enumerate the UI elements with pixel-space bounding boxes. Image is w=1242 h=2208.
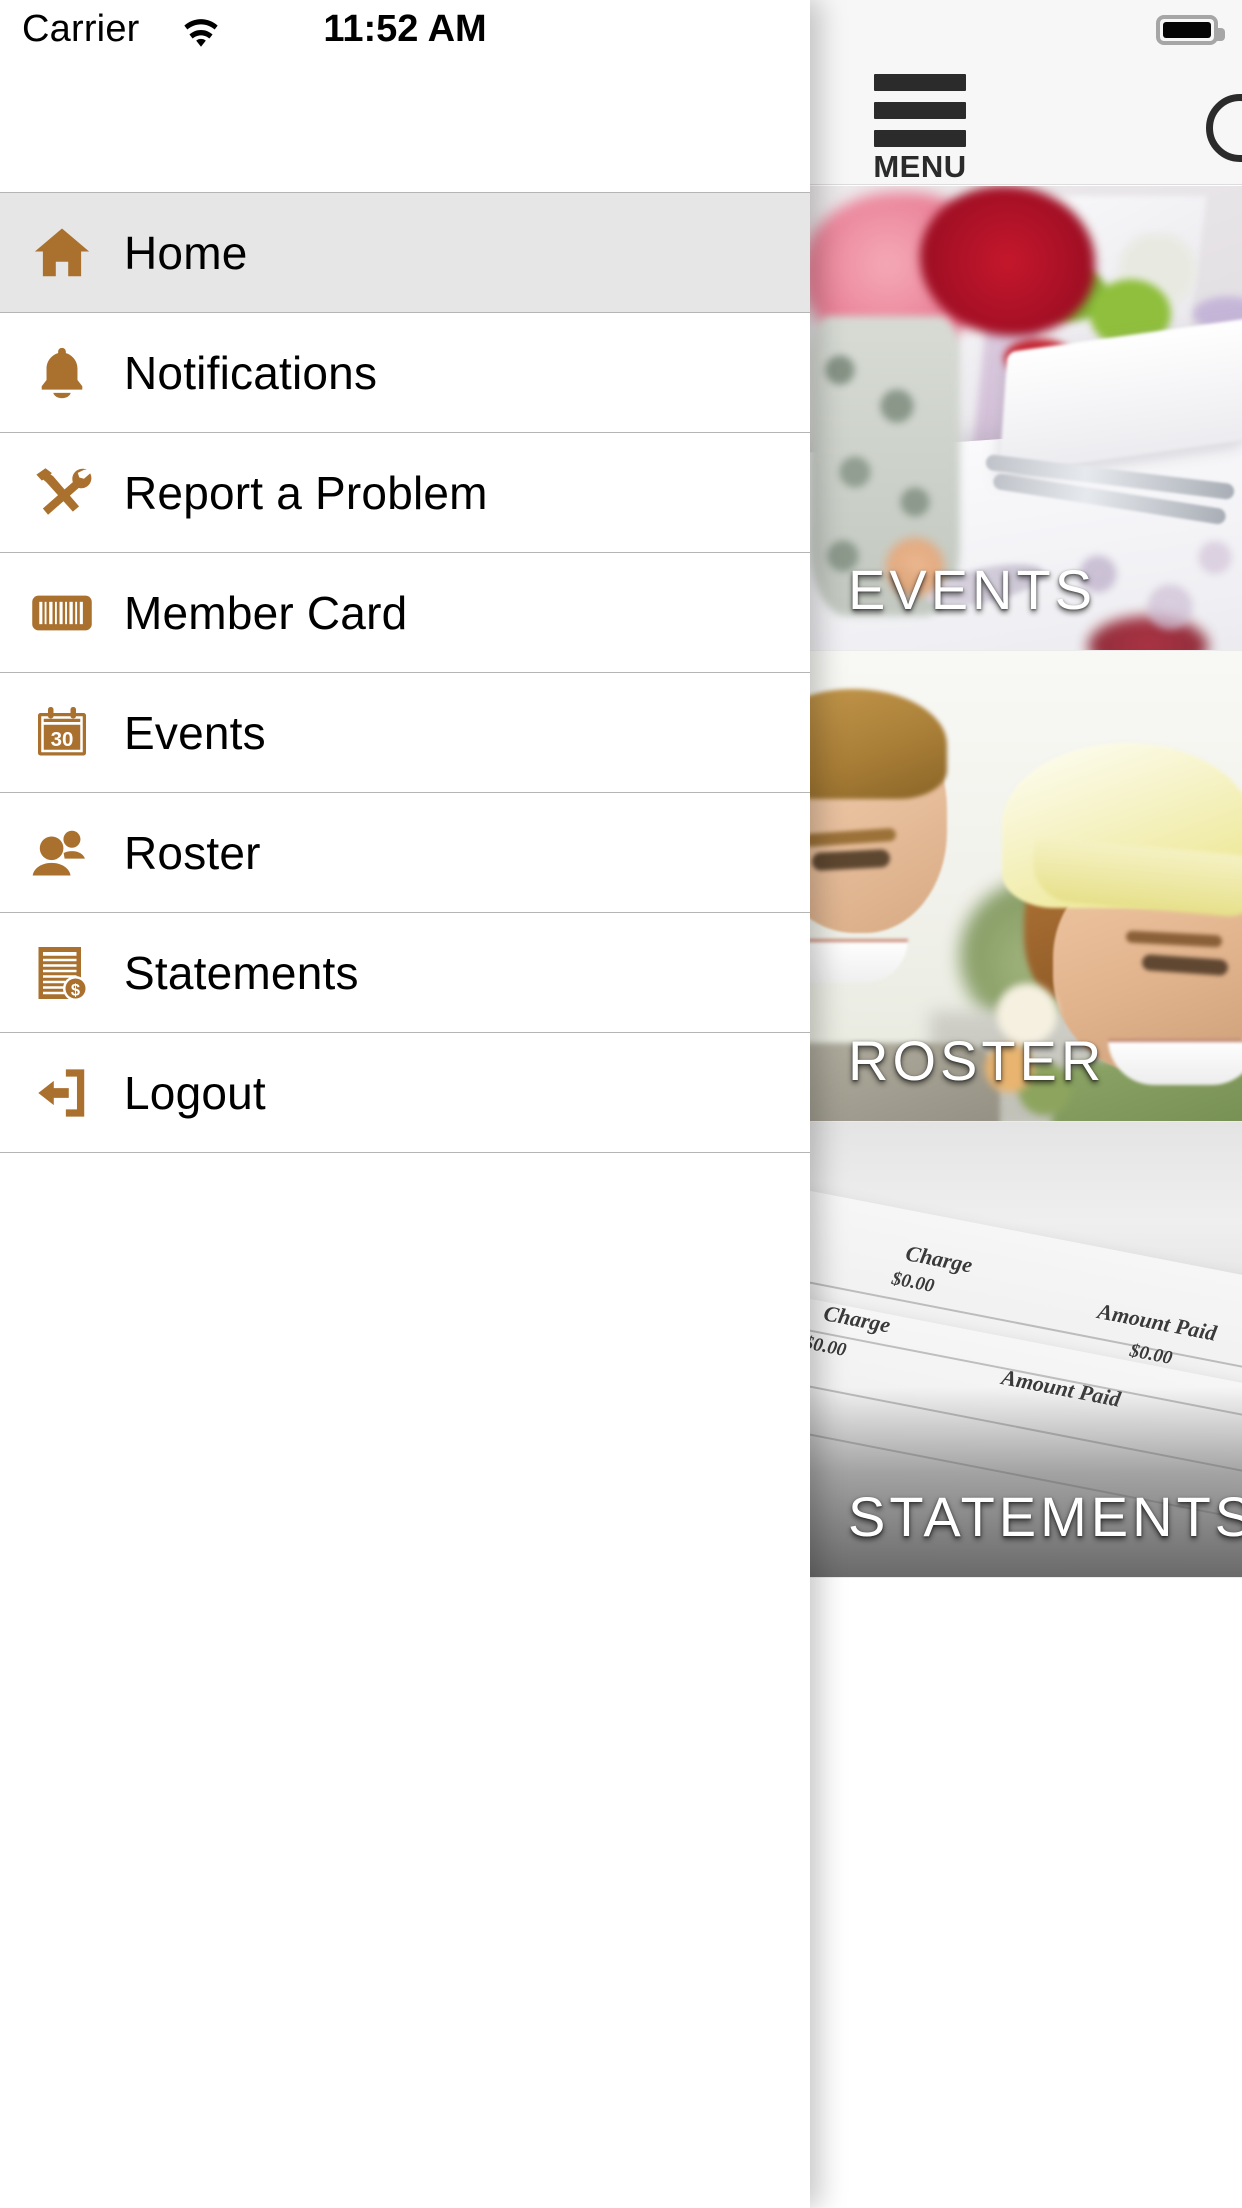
tools-icon: [0, 433, 124, 553]
home-icon: [0, 193, 124, 313]
main-content-panel: MENU EVENTS ROSTER Charge $0.00 Amount P…: [810, 0, 1242, 2208]
menu-button[interactable]: MENU: [865, 74, 975, 182]
drawer-empty-area: [0, 1153, 810, 2208]
status-bar: Carrier 11:52 AM: [0, 0, 810, 78]
status-time: 11:52 AM: [323, 8, 487, 50]
bell-icon: [0, 313, 124, 433]
drawer-top-spacer: [0, 78, 810, 192]
sidebar-item-report-a-problem[interactable]: Report a Problem: [0, 433, 810, 553]
logout-icon: [0, 1033, 124, 1153]
svg-text:30: 30: [51, 728, 74, 751]
hamburger-menu-icon: [874, 74, 966, 151]
sidebar-item-notifications[interactable]: Notifications: [0, 313, 810, 433]
circle-icon[interactable]: [1206, 94, 1242, 162]
battery-full-icon: [1156, 15, 1225, 45]
sidebar-item-label-logout: Logout: [124, 1066, 266, 1119]
sidebar-item-statements[interactable]: $ Statements: [0, 913, 810, 1033]
people-icon: [0, 793, 124, 913]
sidebar-item-label-roster: Roster: [124, 826, 261, 879]
sidebar-item-logout[interactable]: Logout: [0, 1033, 810, 1153]
calendar-icon: 30: [0, 673, 124, 793]
card-statements[interactable]: Charge $0.00 Amount Paid $0.00 Charge $0…: [810, 1122, 1242, 1578]
sidebar-item-label-home: Home: [124, 226, 248, 279]
app-screen: MENU EVENTS ROSTER Charge $0.00 Amount P…: [0, 0, 1242, 2208]
content-status-bar: [810, 0, 1242, 60]
card-events[interactable]: EVENTS: [810, 186, 1242, 651]
drawer-menu-list: Home Notifications Report a Problem Memb…: [0, 192, 810, 1153]
sidebar-item-events[interactable]: 30 Events: [0, 673, 810, 793]
card-title-statements: STATEMENTS: [848, 1485, 1242, 1548]
sidebar-item-home[interactable]: Home: [0, 193, 810, 313]
sidebar-item-label-report-a-problem: Report a Problem: [124, 466, 488, 519]
document-dollar-icon: $: [0, 913, 124, 1033]
card-title-roster: ROSTER: [848, 1029, 1106, 1092]
sidebar-item-label-statements: Statements: [124, 946, 359, 999]
card-roster[interactable]: ROSTER: [810, 651, 1242, 1122]
svg-text:$: $: [71, 981, 80, 999]
sidebar-item-label-notifications: Notifications: [124, 346, 378, 399]
menu-button-label: MENU: [873, 149, 967, 184]
sidebar-item-member-card[interactable]: Member Card: [0, 553, 810, 673]
sidebar-item-label-member-card: Member Card: [124, 586, 408, 639]
home-cards-list: EVENTS ROSTER Charge $0.00 Amount Paid $…: [810, 186, 1242, 1578]
barcode-icon: [0, 553, 124, 673]
side-drawer: Carrier 11:52 AM Home Notifications Repo…: [0, 0, 810, 2208]
card-title-events: EVENTS: [848, 558, 1097, 621]
sidebar-item-label-events: Events: [124, 706, 266, 759]
app-navigation-bar: MENU: [810, 60, 1242, 185]
sidebar-item-roster[interactable]: Roster: [0, 793, 810, 913]
